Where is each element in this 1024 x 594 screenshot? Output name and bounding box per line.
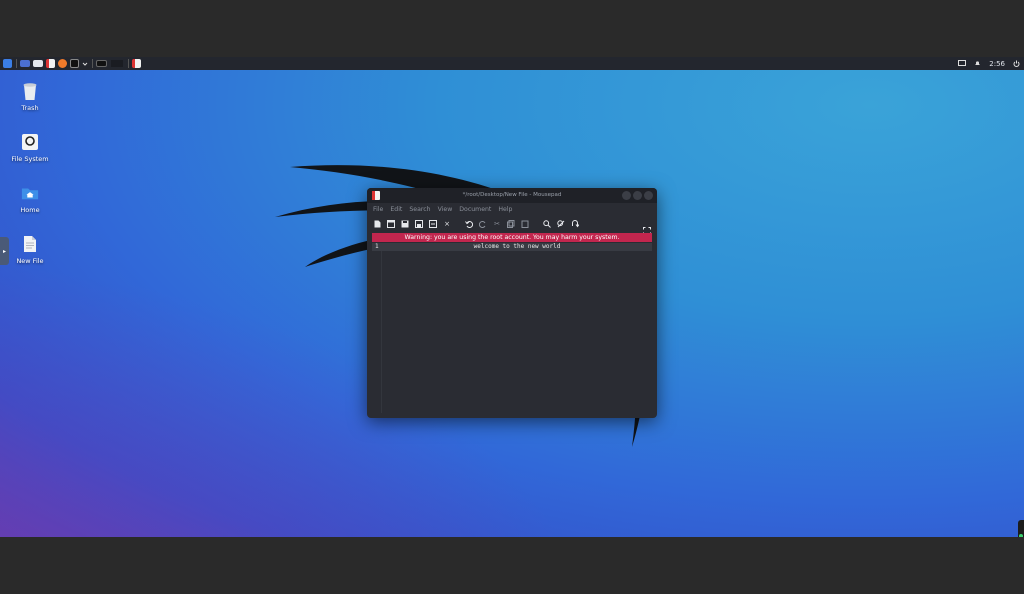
new-document-button[interactable] (373, 220, 381, 228)
line-content: welcome to the new world (473, 243, 561, 250)
close-tab-button[interactable]: × (443, 220, 451, 228)
terminal-launcher[interactable] (70, 58, 79, 69)
menubar: File Edit Search View Document Help (367, 204, 657, 215)
toolbar: × ✂ (367, 217, 657, 235)
launcher-dropdown[interactable] (82, 58, 88, 69)
window-title: */root/Desktop/New File - Mousepad (462, 192, 562, 198)
revert-button[interactable] (429, 220, 437, 228)
menu-document[interactable]: Document (459, 206, 491, 213)
power-icon[interactable] (1013, 60, 1020, 67)
chevron-right-icon: ▸ (2, 247, 6, 255)
files-launcher[interactable] (33, 58, 43, 69)
desktop-icon-home[interactable]: Home (0, 183, 60, 214)
panel-separator (128, 59, 129, 68)
fullscreen-button[interactable] (643, 220, 651, 235)
redo-button[interactable] (479, 220, 487, 228)
minimize-button[interactable] (622, 191, 631, 200)
desktop-icon-label: New File (16, 257, 44, 265)
copy-icon (507, 220, 515, 228)
close-icon: × (444, 220, 450, 228)
text-editor-launcher[interactable] (46, 58, 55, 69)
save-as-icon (415, 220, 423, 228)
search-icon (543, 220, 551, 228)
terminal-window-icon (96, 60, 107, 67)
top-panel: 2:56 (0, 57, 1024, 70)
cut-button[interactable]: ✂ (493, 220, 501, 228)
undo-button[interactable] (465, 220, 473, 228)
text-editor-area[interactable]: 1 welcome to the new world (372, 243, 652, 413)
document-icon (21, 234, 39, 254)
chevron-down-icon (82, 62, 88, 66)
firefox-launcher[interactable] (58, 58, 67, 69)
desktop-icon-label: Home (20, 206, 40, 214)
find-replace-button[interactable] (557, 220, 565, 228)
menu-help[interactable]: Help (498, 206, 512, 213)
root-warning-banner: Warning: you are using the root account.… (372, 233, 652, 242)
terminal-icon (70, 59, 79, 68)
window-titlebar[interactable]: */root/Desktop/New File - Mousepad (367, 188, 657, 203)
clock[interactable]: 2:56 (989, 60, 1005, 68)
scissors-icon: ✂ (494, 220, 500, 228)
taskbar-blank-thumb (111, 60, 123, 67)
paste-button[interactable] (521, 220, 529, 228)
side-panel-toggle[interactable]: ▸ (0, 237, 9, 265)
files-icon (33, 60, 43, 67)
mousepad-app-icon (372, 191, 380, 200)
display-icon[interactable] (958, 60, 967, 67)
find-replace-icon (557, 220, 565, 228)
save-button[interactable] (401, 220, 409, 228)
line-number-gutter (381, 243, 382, 413)
desktop-icon-label: Trash (21, 104, 39, 112)
bell-icon[interactable] (974, 60, 981, 67)
new-window-icon (387, 220, 395, 228)
letterbox-top (0, 0, 1024, 57)
line-number: 1 (375, 243, 379, 250)
taskbar-blank[interactable] (110, 58, 124, 69)
menu-search[interactable]: Search (409, 206, 430, 213)
menu-view[interactable]: View (438, 206, 453, 213)
revert-icon (429, 220, 437, 228)
desktop-icon-file-system[interactable]: File System (0, 132, 60, 163)
kali-menu-button[interactable] (3, 58, 12, 69)
desktop-icon-trash[interactable]: Trash (0, 81, 60, 112)
new-document-icon (374, 220, 380, 228)
workspace-icon (20, 60, 30, 67)
workspace-switcher[interactable] (20, 58, 30, 69)
close-button[interactable] (644, 191, 653, 200)
mousepad-window: */root/Desktop/New File - Mousepad File … (367, 188, 657, 418)
menu-file[interactable]: File (373, 206, 383, 213)
redo-icon (479, 221, 486, 228)
firefox-icon (58, 59, 67, 68)
save-as-button[interactable] (415, 220, 423, 228)
copy-button[interactable] (507, 220, 515, 228)
go-to-icon (572, 220, 579, 228)
desktop-icon-label: File System (11, 155, 49, 163)
trash-icon (21, 81, 39, 101)
new-window-button[interactable] (387, 220, 395, 228)
text-editor-icon (46, 59, 55, 68)
desktop-icon-new-file[interactable]: New File (0, 234, 60, 265)
save-icon (401, 220, 409, 228)
letterbox-bottom (0, 537, 1024, 594)
taskbar-mousepad[interactable] (132, 58, 141, 69)
undo-icon (465, 221, 473, 228)
maximize-button[interactable] (633, 191, 642, 200)
scroll-indicator[interactable] (1018, 520, 1024, 537)
panel-tray: 2:56 (958, 57, 1020, 70)
taskbar-terminal[interactable] (96, 58, 107, 69)
paste-icon (521, 220, 529, 228)
panel-separator (16, 59, 17, 68)
mousepad-icon (132, 59, 141, 68)
kali-menu-icon (3, 59, 12, 68)
drive-icon (21, 132, 39, 152)
menu-edit[interactable]: Edit (390, 206, 402, 213)
find-button[interactable] (543, 220, 551, 228)
current-line: 1 welcome to the new world (372, 243, 652, 251)
panel-separator (92, 59, 93, 68)
home-folder-icon (21, 183, 39, 203)
go-to-line-button[interactable] (571, 220, 579, 228)
